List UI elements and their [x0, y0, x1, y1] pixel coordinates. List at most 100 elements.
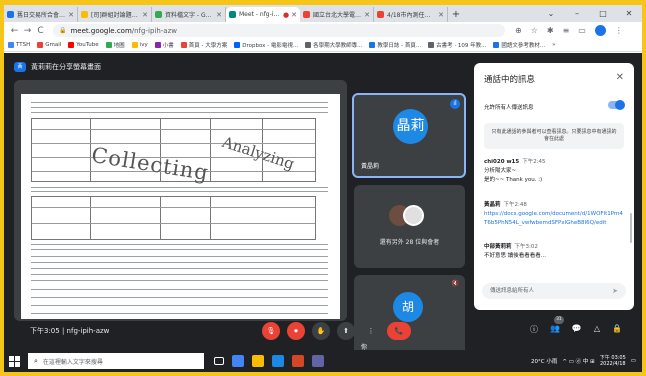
- address-bar[interactable]: 🔒 meet.google.com/nfg-ipih-azw: [53, 24, 505, 37]
- favicon-icon: [81, 11, 88, 18]
- chat-input[interactable]: 傳送訊息給所有人 ➤: [482, 283, 626, 299]
- bookmark-item[interactable]: 地圖: [105, 41, 125, 49]
- call-controls: 🎙 ⏺ ✋ ⬆ ⋮ 📞: [262, 322, 411, 340]
- close-tab-icon[interactable]: ✕: [438, 11, 444, 19]
- doc-line: [31, 107, 328, 108]
- task-view-icon[interactable]: [214, 357, 224, 365]
- bookmark-item[interactable]: Gmail: [37, 42, 61, 48]
- teams-icon[interactable]: [312, 355, 324, 367]
- close-icon[interactable]: ✕: [616, 72, 624, 83]
- maximize-button[interactable]: □: [590, 5, 616, 22]
- reload-icon[interactable]: C: [34, 26, 47, 36]
- bookmark-icon: [105, 42, 112, 48]
- close-tab-icon[interactable]: ✕: [216, 11, 222, 19]
- bookmark-item[interactable]: TTSH: [8, 42, 30, 48]
- mic-toggle-button[interactable]: 🎙: [262, 322, 280, 340]
- lock-icon[interactable]: 🔒: [59, 27, 66, 34]
- new-tab-button[interactable]: +: [448, 7, 464, 22]
- notification-icon[interactable]: ▭: [631, 358, 636, 364]
- chat-icon[interactable]: 💬: [572, 324, 582, 335]
- clock[interactable]: 下午 03:05 2022/4/18: [600, 355, 626, 368]
- close-tab-icon[interactable]: ✕: [68, 11, 74, 19]
- reading-list-icon[interactable]: ≡: [563, 26, 570, 35]
- message-link[interactable]: https://docs.google.com/document/d/1WOFl…: [484, 210, 624, 228]
- table-divider: [32, 129, 315, 130]
- message-text: 不好意思 讀後看看看看...: [484, 252, 546, 259]
- weather-widget[interactable]: 20°C 小雨: [531, 357, 557, 365]
- forward-icon[interactable]: →: [21, 26, 34, 36]
- browser-tab[interactable]: 資料檔文字 - Google✕: [152, 7, 226, 22]
- meeting-details-icon[interactable]: ⓘ: [530, 324, 538, 335]
- doc-line: [31, 256, 328, 257]
- browser-tab[interactable]: 4/18市內測任務一覽✕: [374, 7, 448, 22]
- bookmark-item[interactable]: Dropbox - 電影電視...: [234, 41, 298, 49]
- bookmarks-more-icon[interactable]: »: [552, 42, 555, 48]
- toolbar-icons: ⊕ ☆ ✱ ≡ ▭ ⋮: [515, 25, 623, 36]
- message-time: 下午2:48: [503, 202, 527, 208]
- tab-title: 舊日交易所合會所 - 臺: [17, 12, 66, 19]
- close-window-button[interactable]: ✕: [616, 5, 642, 22]
- participant-tile-others[interactable]: 還有另外 28 位與會者: [354, 185, 465, 268]
- tray-icons[interactable]: ^ ▭ ⓓ 中 ⊞: [562, 357, 594, 365]
- people-icon[interactable]: 31 👥: [550, 316, 564, 335]
- menu-icon[interactable]: ⋮: [615, 26, 623, 35]
- bookmark-item[interactable]: 古書考 · 109 年教...: [428, 41, 486, 49]
- side-controls: ⓘ 31 👥 💬 △ 🔒: [530, 316, 622, 335]
- table-divider: [160, 197, 161, 239]
- browser-tab[interactable]: 舊日交易所合會所 - 臺✕: [4, 7, 78, 22]
- bookmark-label: 國語文參考教材...: [501, 43, 546, 49]
- close-tab-icon[interactable]: ✕: [291, 11, 297, 19]
- send-icon[interactable]: ➤: [612, 283, 618, 299]
- present-button[interactable]: ⬆: [337, 322, 355, 340]
- tab-search-button[interactable]: ⌄: [538, 5, 564, 22]
- participant-tile-speaking[interactable]: 晶莉 ıl 黃晶莉: [352, 93, 466, 178]
- message-time: 下午3:02: [514, 244, 538, 250]
- chat-scrollbar[interactable]: [630, 213, 632, 243]
- bookmark-item[interactable]: YouTube: [68, 42, 99, 48]
- chat-message: chi020 w15 下午2:45 分析陽大家~ 是的~~ Thank you. …: [484, 158, 624, 184]
- activities-icon[interactable]: △: [594, 324, 600, 335]
- favicon-icon: [377, 11, 384, 18]
- more-options-button[interactable]: ⋮: [362, 322, 380, 340]
- leave-call-button[interactable]: 📞: [387, 322, 411, 340]
- extensions-icon[interactable]: ✱: [547, 26, 554, 35]
- meet-controls-bar: 下午3:05 | nfg-ipih-azw 🎙 ⏺ ✋ ⬆ ⋮ 📞 ⓘ 31 👥 …: [4, 314, 642, 350]
- bookmark-label: Gmail: [45, 42, 62, 48]
- browser-tab[interactable]: 國立台北大學電子郵 ✕: [300, 7, 374, 22]
- edge-icon[interactable]: [272, 355, 284, 367]
- mic-off-icon: 🔇: [451, 280, 459, 287]
- others-count-label: 還有另外 28 位與會者: [379, 239, 440, 246]
- minimize-button[interactable]: –: [564, 5, 590, 22]
- chat-input-placeholder: 傳送訊息給所有人: [490, 288, 535, 294]
- taskbar-search[interactable]: ⌕ 在這裡輸入文字來搜尋: [28, 353, 204, 369]
- shared-screen[interactable]: Collecting Analyzing: [14, 80, 347, 321]
- close-tab-icon[interactable]: ✕: [364, 11, 370, 19]
- camera-toggle-button[interactable]: ⏺: [287, 322, 305, 340]
- host-controls-icon[interactable]: 🔒: [612, 324, 622, 335]
- bookmark-item[interactable]: 小書: [154, 41, 174, 49]
- bookmark-star-icon[interactable]: ☆: [531, 26, 538, 35]
- install-icon[interactable]: ⊕: [515, 26, 522, 35]
- bookmark-item[interactable]: 教學日誌 - 首頁...: [369, 41, 421, 49]
- raise-hand-button[interactable]: ✋: [312, 322, 330, 340]
- doc-line: [31, 102, 328, 103]
- bookmark-item[interactable]: 首頁 - 大學方案: [180, 41, 227, 49]
- start-button[interactable]: [6, 353, 22, 369]
- browser-tab-active[interactable]: Meet - nfg-ipih ● ✕: [226, 7, 300, 22]
- close-tab-icon[interactable]: ✕: [142, 11, 148, 19]
- browser-tab[interactable]: [司]群組討論題運手 ✕: [78, 7, 152, 22]
- bookmark-label: ivy: [139, 42, 148, 48]
- profile-avatar[interactable]: [594, 25, 606, 36]
- powerpoint-icon[interactable]: [292, 355, 304, 367]
- bookmark-item[interactable]: 國語文參考教材...: [493, 41, 545, 49]
- chat-panel: 通話中的訊息 ✕ 允許所有人傳送訊息 只有此通話的參與者可以查看訊息。只要訊息中…: [474, 63, 634, 310]
- back-icon[interactable]: ←: [8, 26, 21, 36]
- allow-messages-toggle[interactable]: [608, 100, 625, 110]
- explorer-icon[interactable]: [252, 355, 264, 367]
- participant-name: 黃晶莉: [361, 163, 380, 170]
- side-panel-icon[interactable]: ▭: [578, 26, 586, 35]
- bookmark-item[interactable]: 各學期大學教師專...: [305, 41, 362, 49]
- bookmark-item[interactable]: ivy: [131, 42, 148, 48]
- meeting-code: nfg-ipih-azw: [66, 327, 110, 335]
- chrome-icon[interactable]: [232, 355, 244, 367]
